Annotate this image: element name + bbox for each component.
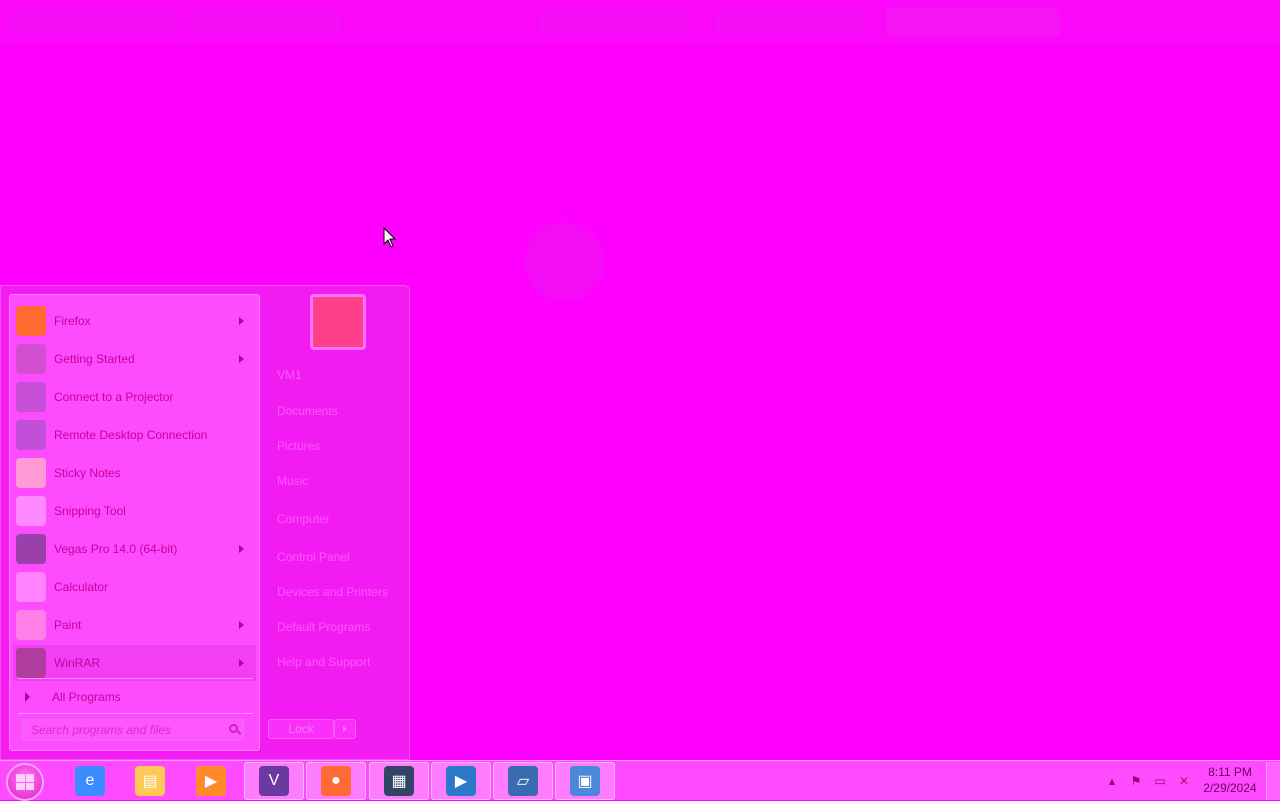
taskbar-button[interactable]: e xyxy=(60,762,120,800)
program-item[interactable]: WinRAR xyxy=(13,645,256,681)
start-menu-link[interactable]: VM1 xyxy=(268,360,408,390)
windows-logo-icon xyxy=(16,774,34,790)
chevron-right-icon[interactable] xyxy=(239,355,244,363)
start-menu-link[interactable]: Help and Support xyxy=(268,647,408,677)
sticky-notes-icon xyxy=(16,458,46,488)
background-tab xyxy=(8,10,178,34)
vegas-pro-icon xyxy=(16,534,46,564)
projector-icon xyxy=(16,382,46,412)
taskbar-button[interactable]: ▣ xyxy=(555,762,615,800)
vegas-pro-icon: V xyxy=(259,766,289,796)
program-label: Connect to a Projector xyxy=(54,390,174,404)
control-panel-icon: ▣ xyxy=(570,766,600,796)
chevron-right-icon xyxy=(25,692,30,702)
search-input[interactable] xyxy=(23,722,223,738)
calculator-icon xyxy=(16,572,46,602)
remote-desktop-icon xyxy=(16,420,46,450)
player-icon: ▶ xyxy=(446,766,476,796)
search-icon[interactable] xyxy=(229,724,238,733)
volume-muted-icon[interactable]: ✕ xyxy=(1174,771,1194,791)
chevron-right-icon[interactable] xyxy=(239,317,244,325)
background-tab xyxy=(715,10,865,34)
chevron-right-icon[interactable] xyxy=(239,545,244,553)
search-box[interactable] xyxy=(22,719,244,741)
shutdown-options-button[interactable] xyxy=(334,719,356,739)
clock-date: 2/29/2024 xyxy=(1203,781,1257,795)
mouse-cursor-icon xyxy=(383,227,397,248)
start-menu: Firefox Getting Started Connect to a Proje… xyxy=(0,285,410,760)
program-label: Vegas Pro 14.0 (64-bit) xyxy=(54,542,178,556)
all-programs-label: All Programs xyxy=(52,690,121,704)
program-item[interactable]: Connect to a Projector xyxy=(13,379,256,415)
program-item[interactable]: Calculator xyxy=(13,569,256,605)
show-desktop-button[interactable] xyxy=(1266,762,1280,800)
start-menu-link[interactable]: Documents xyxy=(268,396,408,426)
program-label: Calculator xyxy=(54,580,109,594)
firefox-icon: ● xyxy=(321,766,351,796)
media-player-icon: ▶ xyxy=(196,766,226,796)
background-address-bar xyxy=(885,8,1060,36)
getting-started-icon xyxy=(16,344,46,374)
movie-maker-icon: ▦ xyxy=(384,766,414,796)
start-menu-link[interactable]: Pictures xyxy=(268,431,408,461)
program-label: Firefox xyxy=(54,314,91,328)
separator xyxy=(18,678,253,679)
snipping-tool-icon xyxy=(16,496,46,526)
program-label: Getting Started xyxy=(54,352,135,366)
winrar-icon xyxy=(16,648,46,678)
start-button[interactable] xyxy=(6,763,44,801)
chevron-right-icon[interactable] xyxy=(239,621,244,629)
taskbar-button[interactable]: ▶ xyxy=(431,762,491,800)
taskbar-button[interactable]: ▦ xyxy=(369,762,429,800)
taskbar-button[interactable]: ● xyxy=(306,762,366,800)
program-item[interactable]: Paint xyxy=(13,607,256,643)
start-menu-link[interactable]: Computer xyxy=(268,504,408,534)
file-explorer-icon: ▤ xyxy=(135,766,165,796)
clock[interactable]: 8:11 PM 2/29/2024 xyxy=(1198,764,1262,796)
program-item[interactable]: Firefox xyxy=(13,303,256,339)
program-item[interactable]: Getting Started xyxy=(13,341,256,377)
remote-app-icon: ▱ xyxy=(508,766,538,796)
program-label: Remote Desktop Connection xyxy=(54,428,208,442)
program-label: Paint xyxy=(54,618,82,632)
start-menu-link[interactable]: Music xyxy=(268,466,408,496)
firefox-icon xyxy=(16,306,46,336)
system-tray: ▴ ⚑ ▭ ✕ xyxy=(1098,770,1194,792)
start-menu-right-pane: VM1 Documents Pictures Music Computer Control… xyxy=(260,286,410,761)
program-item[interactable]: Sticky Notes xyxy=(13,455,256,491)
program-label: Sticky Notes xyxy=(54,466,121,480)
taskbar-button[interactable]: ▤ xyxy=(120,762,180,800)
chevron-right-icon xyxy=(343,726,347,732)
background-firefox-logo xyxy=(525,222,605,302)
start-menu-link[interactable]: Default Programs xyxy=(268,612,408,642)
program-label: Snipping Tool xyxy=(54,504,126,518)
program-item[interactable]: Vegas Pro 14.0 (64-bit) xyxy=(13,531,256,567)
taskbar-button[interactable]: ▱ xyxy=(493,762,553,800)
taskbar-button[interactable]: V xyxy=(244,762,304,800)
taskbar-button[interactable]: ▶ xyxy=(181,762,241,800)
action-center-flag-icon[interactable]: ⚑ xyxy=(1126,771,1146,791)
background-tab xyxy=(540,10,690,34)
background-tab xyxy=(190,10,340,34)
network-icon[interactable]: ▭ xyxy=(1150,771,1170,791)
lock-button[interactable]: Lock xyxy=(268,719,334,739)
user-picture[interactable] xyxy=(310,294,366,350)
start-menu-programs-pane: Firefox Getting Started Connect to a Proje… xyxy=(9,294,260,751)
chevron-right-icon[interactable] xyxy=(239,659,244,667)
start-menu-link[interactable]: Control Panel xyxy=(268,542,408,572)
internet-explorer-icon: e xyxy=(75,766,105,796)
paint-icon xyxy=(16,610,46,640)
start-menu-link[interactable]: Devices and Printers xyxy=(268,577,408,607)
program-item[interactable]: Snipping Tool xyxy=(13,493,256,529)
clock-time: 8:11 PM xyxy=(1208,765,1252,779)
all-programs-button[interactable]: All Programs xyxy=(13,683,256,711)
program-label: WinRAR xyxy=(54,656,101,670)
separator xyxy=(18,713,253,714)
program-item[interactable]: Remote Desktop Connection xyxy=(13,417,256,453)
show-hidden-icons[interactable]: ▴ xyxy=(1102,771,1122,791)
